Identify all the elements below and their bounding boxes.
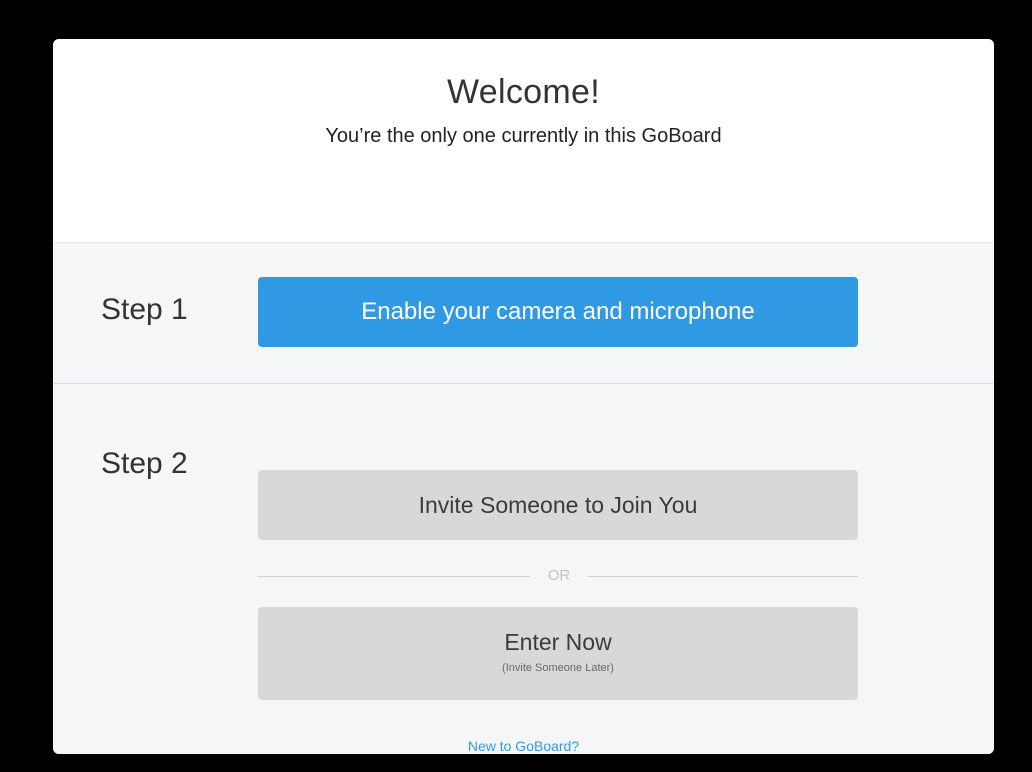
welcome-title: Welcome!: [447, 73, 600, 111]
step-2-label: Step 2: [101, 447, 188, 480]
enter-now-sublabel: (Invite Someone Later): [502, 662, 614, 674]
new-to-goboard-link[interactable]: New to GoBoard?: [53, 738, 994, 754]
divider-line-left: [258, 576, 530, 577]
enable-camera-microphone-button[interactable]: Enable your camera and microphone: [258, 277, 858, 347]
steps-section: Step 1 Enable your camera and microphone…: [53, 242, 994, 754]
dialog-header: Welcome! You’re the only one currently i…: [53, 39, 994, 242]
screen-backdrop: Welcome! You’re the only one currently i…: [0, 0, 1032, 772]
welcome-subtitle: You’re the only one currently in this Go…: [325, 125, 722, 147]
divider-line-right: [588, 576, 858, 577]
enter-now-button[interactable]: Enter Now (Invite Someone Later): [258, 607, 858, 700]
welcome-dialog: Welcome! You’re the only one currently i…: [53, 39, 994, 754]
invite-someone-button[interactable]: Invite Someone to Join You: [258, 470, 858, 540]
or-divider: OR: [258, 564, 858, 588]
enter-now-label: Enter Now: [504, 629, 612, 655]
step-1-row: Step 1 Enable your camera and microphone: [53, 242, 994, 384]
or-divider-text: OR: [547, 567, 571, 584]
step-1-label: Step 1: [101, 293, 188, 326]
